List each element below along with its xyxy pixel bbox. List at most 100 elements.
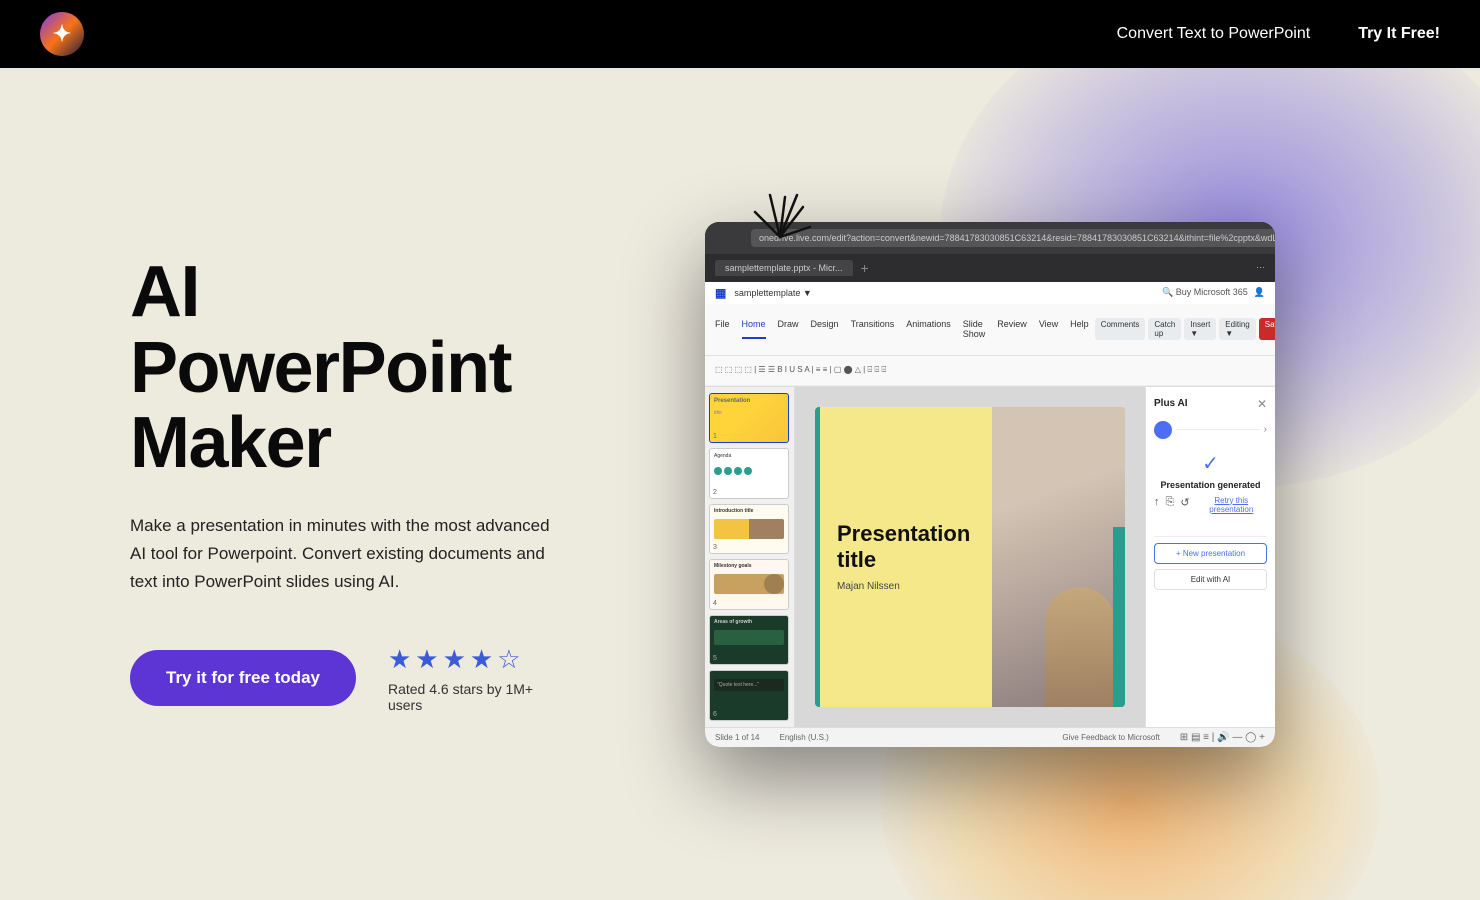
slide-thumb-3[interactable]: Introduction title 3 xyxy=(709,504,789,555)
star-1: ★ xyxy=(388,644,411,675)
plus-ai-close-button[interactable]: ✕ xyxy=(1257,397,1267,411)
ai-status-text: Presentation generated xyxy=(1154,480,1267,490)
ppt-logo-icon: ▦ xyxy=(715,286,726,300)
ribbon-tab-view[interactable]: View xyxy=(1039,319,1058,339)
slide-left-content: Presentation title Majan Nilssen xyxy=(815,407,992,707)
url-bar[interactable]: onedrive.live.com/edit?action=convert&ne… xyxy=(751,229,1275,247)
browser-tab-bar: samplettemplate.pptx - Micr... + ⋯ xyxy=(705,254,1275,282)
hero-description: Make a presentation in minutes with the … xyxy=(130,512,560,596)
hero-actions: Try it for free today ★ ★ ★ ★ ☆ Rated 4.… xyxy=(130,644,560,713)
rating-text: Rated 4.6 stars by 1M+ users xyxy=(388,681,560,713)
ppt-ribbon-area: ▦ samplettemplate ▼ 🔍 Buy Microsoft 365 … xyxy=(705,282,1275,387)
rating-block: ★ ★ ★ ★ ☆ Rated 4.6 stars by 1M+ users xyxy=(388,644,560,713)
ribbon-tab-draw[interactable]: Draw xyxy=(778,319,799,339)
star-4: ★ xyxy=(470,644,493,675)
tool-icons: ⬚ ⬚ ⬚ ⬚ | ☰ ☰ B I U S A | ≡ ≡ | ▢ ⬤ △ | … xyxy=(715,365,886,375)
share-icon-ppt[interactable]: 👤 xyxy=(1254,287,1265,298)
ribbon-tab-review[interactable]: Review xyxy=(997,319,1027,339)
ribbon-tab-animations[interactable]: Animations xyxy=(906,319,951,339)
plus-ai-title: Plus AI xyxy=(1154,398,1188,409)
ai-status-block: ✓ Presentation generated ↑ ⎘ ↺ Retry thi… xyxy=(1154,451,1267,522)
ai-share-icon[interactable]: ↑ xyxy=(1154,496,1160,514)
hero-title-line1: AI PowerPoint xyxy=(130,252,511,408)
ribbon-action-buttons: Comments Catch up Insert ▼ Editing ▼ Sav… xyxy=(1095,318,1275,340)
slide-thumb-4[interactable]: Milestony goals 4 xyxy=(709,559,789,610)
person-silhouette xyxy=(1045,587,1115,707)
ppt-top-right: 🔍 Buy Microsoft 365 👤 xyxy=(1162,287,1265,298)
browser-wrap: onedrive.live.com/edit?action=convert&ne… xyxy=(705,222,1275,747)
ppt-title-bar: ▦ samplettemplate ▼ 🔍 Buy Microsoft 365 … xyxy=(705,282,1275,304)
nav-links: Convert Text to PowerPoint Try It Free! xyxy=(1117,25,1440,43)
stars-row: ★ ★ ★ ★ ☆ xyxy=(388,644,560,675)
plus-ai-avatar xyxy=(1154,421,1172,439)
ppt-tool-row: ⬚ ⬚ ⬚ ⬚ | ☰ ☰ B I U S A | ≡ ≡ | ▢ ⬤ △ | … xyxy=(705,356,1275,386)
language-info: English (U.S.) xyxy=(779,733,828,742)
ribbon-tab-design[interactable]: Design xyxy=(811,319,839,339)
ribbon-tab-home[interactable]: Home xyxy=(742,319,766,339)
feedback-link[interactable]: Give Feedback to Microsoft xyxy=(1062,733,1159,742)
slide-thumb-5[interactable]: Areas of growth 5 xyxy=(709,615,789,666)
ribbon-tab-slideshow[interactable]: Slide Show xyxy=(963,319,986,339)
ppt-main-area: Presentation title 1 Agenda xyxy=(705,387,1275,727)
hero-title: AI PowerPoint Maker xyxy=(130,255,560,482)
slide-canvas: Presentation title Majan Nilssen xyxy=(795,387,1145,727)
slide-image xyxy=(992,407,1125,707)
star-2: ★ xyxy=(415,644,438,675)
star-5: ☆ xyxy=(497,644,520,675)
tab-bar-icons: ⋯ xyxy=(1256,262,1265,273)
slide-thumb-1[interactable]: Presentation title 1 xyxy=(709,393,789,444)
teal-accent xyxy=(1113,527,1125,707)
ribbon-tabs-bar: File Home Draw Design Transitions Animat… xyxy=(705,304,1275,356)
url-text: onedrive.live.com/edit?action=convert&ne… xyxy=(759,233,1275,243)
slide-presentation-title: Presentation title xyxy=(837,521,970,574)
ai-separator xyxy=(1176,429,1260,430)
ai-copy-icon[interactable]: ⎘ xyxy=(1166,496,1175,514)
logo-icon: ✦ xyxy=(53,21,71,47)
slide-author: Majan Nilssen xyxy=(837,581,970,592)
ai-new-presentation-button[interactable]: + New presentation xyxy=(1154,543,1267,564)
slide-thumb-6[interactable]: "Quote text here..." 6 xyxy=(709,670,789,721)
ai-retry-link[interactable]: Retry this presentation xyxy=(1196,496,1267,514)
ribbon-tab-transitions[interactable]: Transitions xyxy=(851,319,895,339)
comments-button[interactable]: Comments xyxy=(1095,318,1146,340)
ai-edit-button[interactable]: Edit with AI xyxy=(1154,569,1267,590)
hero-left: AI PowerPoint Maker Make a presentation … xyxy=(0,255,560,713)
view-icons: ⊞ ▤ ≡ | 🔊 — ◯ + xyxy=(1180,732,1265,743)
logo[interactable]: ✦ xyxy=(40,12,84,56)
star-3: ★ xyxy=(443,644,466,675)
plus-ai-header: Plus AI ✕ xyxy=(1154,397,1267,411)
navbar: ✦ Convert Text to PowerPoint Try It Free… xyxy=(0,0,1480,68)
hero-title-line2: Maker xyxy=(130,403,331,483)
hero-cta-button[interactable]: Try it for free today xyxy=(130,650,356,706)
hero-right: onedrive.live.com/edit?action=convert&ne… xyxy=(560,222,1480,747)
ai-divider xyxy=(1154,536,1267,537)
ppt-status-bar: Slide 1 of 14 English (U.S.) Give Feedba… xyxy=(705,727,1275,747)
nav-convert-link[interactable]: Convert Text to PowerPoint xyxy=(1117,25,1311,43)
browser-window: onedrive.live.com/edit?action=convert&ne… xyxy=(705,222,1275,747)
insert-button[interactable]: Insert ▼ xyxy=(1184,318,1216,340)
editing-button[interactable]: Editing ▼ xyxy=(1219,318,1255,340)
ai-chevron-icon[interactable]: › xyxy=(1264,424,1267,435)
slide-content: Presentation title Majan Nilssen xyxy=(815,407,1125,707)
ai-check-icon: ✓ xyxy=(1154,451,1267,476)
save-button[interactable]: Save xyxy=(1259,318,1275,340)
ai-action-row: ↑ ⎘ ↺ Retry this presentation xyxy=(1154,496,1267,514)
ai-refresh-icon[interactable]: ↺ xyxy=(1180,496,1189,514)
slide-thumb-2[interactable]: Agenda 2 xyxy=(709,448,789,499)
browser-tab-active[interactable]: samplettemplate.pptx - Micr... xyxy=(715,260,853,276)
sparkle-icon xyxy=(735,177,825,257)
slide-info: Slide 1 of 14 xyxy=(715,733,759,742)
ribbon-tabs: File Home Draw Design Transitions Animat… xyxy=(715,319,1089,339)
slide-teal-bar xyxy=(815,407,820,707)
catch-up-button[interactable]: Catch up xyxy=(1148,318,1181,340)
ribbon-tab-file[interactable]: File xyxy=(715,319,730,339)
new-tab-icon[interactable]: + xyxy=(861,260,869,276)
search-icon-ppt[interactable]: 🔍 Buy Microsoft 365 xyxy=(1162,287,1248,298)
ppt-filename: samplettemplate ▼ xyxy=(734,288,811,298)
ribbon-tab-help[interactable]: Help xyxy=(1070,319,1089,339)
plus-ai-panel: Plus AI ✕ › ✓ Presentation generated xyxy=(1145,387,1275,727)
hero-section: AI PowerPoint Maker Make a presentation … xyxy=(0,68,1480,900)
nav-try-link[interactable]: Try It Free! xyxy=(1358,25,1440,43)
plus-ai-icon-row: › xyxy=(1154,421,1267,439)
slide-thumbnail-panel: Presentation title 1 Agenda xyxy=(705,387,795,727)
